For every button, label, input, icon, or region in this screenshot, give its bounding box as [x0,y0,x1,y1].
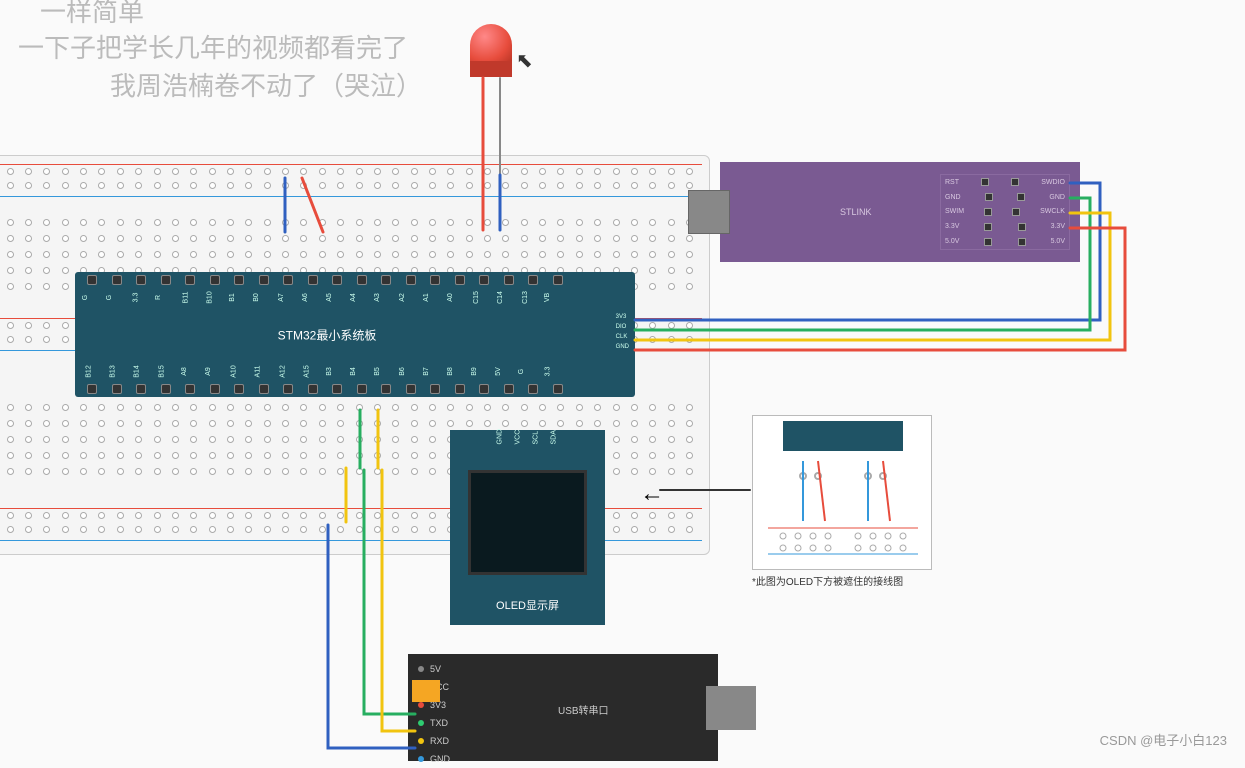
overlay-line2: 一下子把学长几年的视频都看完了 [18,28,408,65]
wire-usb-gnd [328,525,415,748]
stlink-title: STLINK [840,207,872,217]
usbserial-pins: 5VVCC3V3TXDRXDGND [418,660,450,768]
stm32-top-pins [80,275,570,285]
stm32-board: STM32最小系统板 3V3DIOCLKGND GG3.3RB11B10B1B0… [75,272,635,397]
stlink-usb-plug-icon [688,190,730,234]
jumper-block-icon [412,680,440,702]
overlay-line1: 一样简单 [40,0,144,29]
arrow-left-icon: ← [640,480,664,508]
stm32-title: STM32最小系统板 [278,326,377,343]
oled-screen [468,470,587,575]
rail-holes [1,182,699,189]
oled-detail-board [783,421,903,451]
mouse-cursor-icon: ⬉ [516,48,533,73]
usbserial-title: USB转串口 [558,702,609,717]
oled-detail-inset [752,415,932,570]
overlay-line3: 我周浩楠卷不动了（哭泣） [110,66,422,103]
stm32-swd-pins: 3V3DIOCLKGND [616,312,629,352]
usb-serial-module: USB转串口 5VVCC3V3TXDRXDGND [408,654,718,761]
oled-pins: GNDVCCSCLSDA [495,436,559,443]
oled-title: OLED显示屏 [450,597,605,613]
stlink-module: STLINK RSTSWDIOGNDGNDSWIMSWCLK3.3V3.3V5.… [720,162,1080,262]
rail-holes [1,168,699,175]
led-component [470,24,512,79]
usb-plug-icon [706,686,756,730]
stm32-bot-pins [80,384,570,394]
oled-module: GNDVCCSCLSDA OLED显示屏 [450,430,605,625]
stlink-pin-header: RSTSWDIOGNDGNDSWIMSWCLK3.3V3.3V5.0V5.0V [940,174,1070,250]
watermark: CSDN @电子小白123 [1100,730,1227,749]
led-dome-icon [470,24,512,66]
oled-detail-caption: *此图为OLED下方被遮住的接线图 [752,573,903,588]
